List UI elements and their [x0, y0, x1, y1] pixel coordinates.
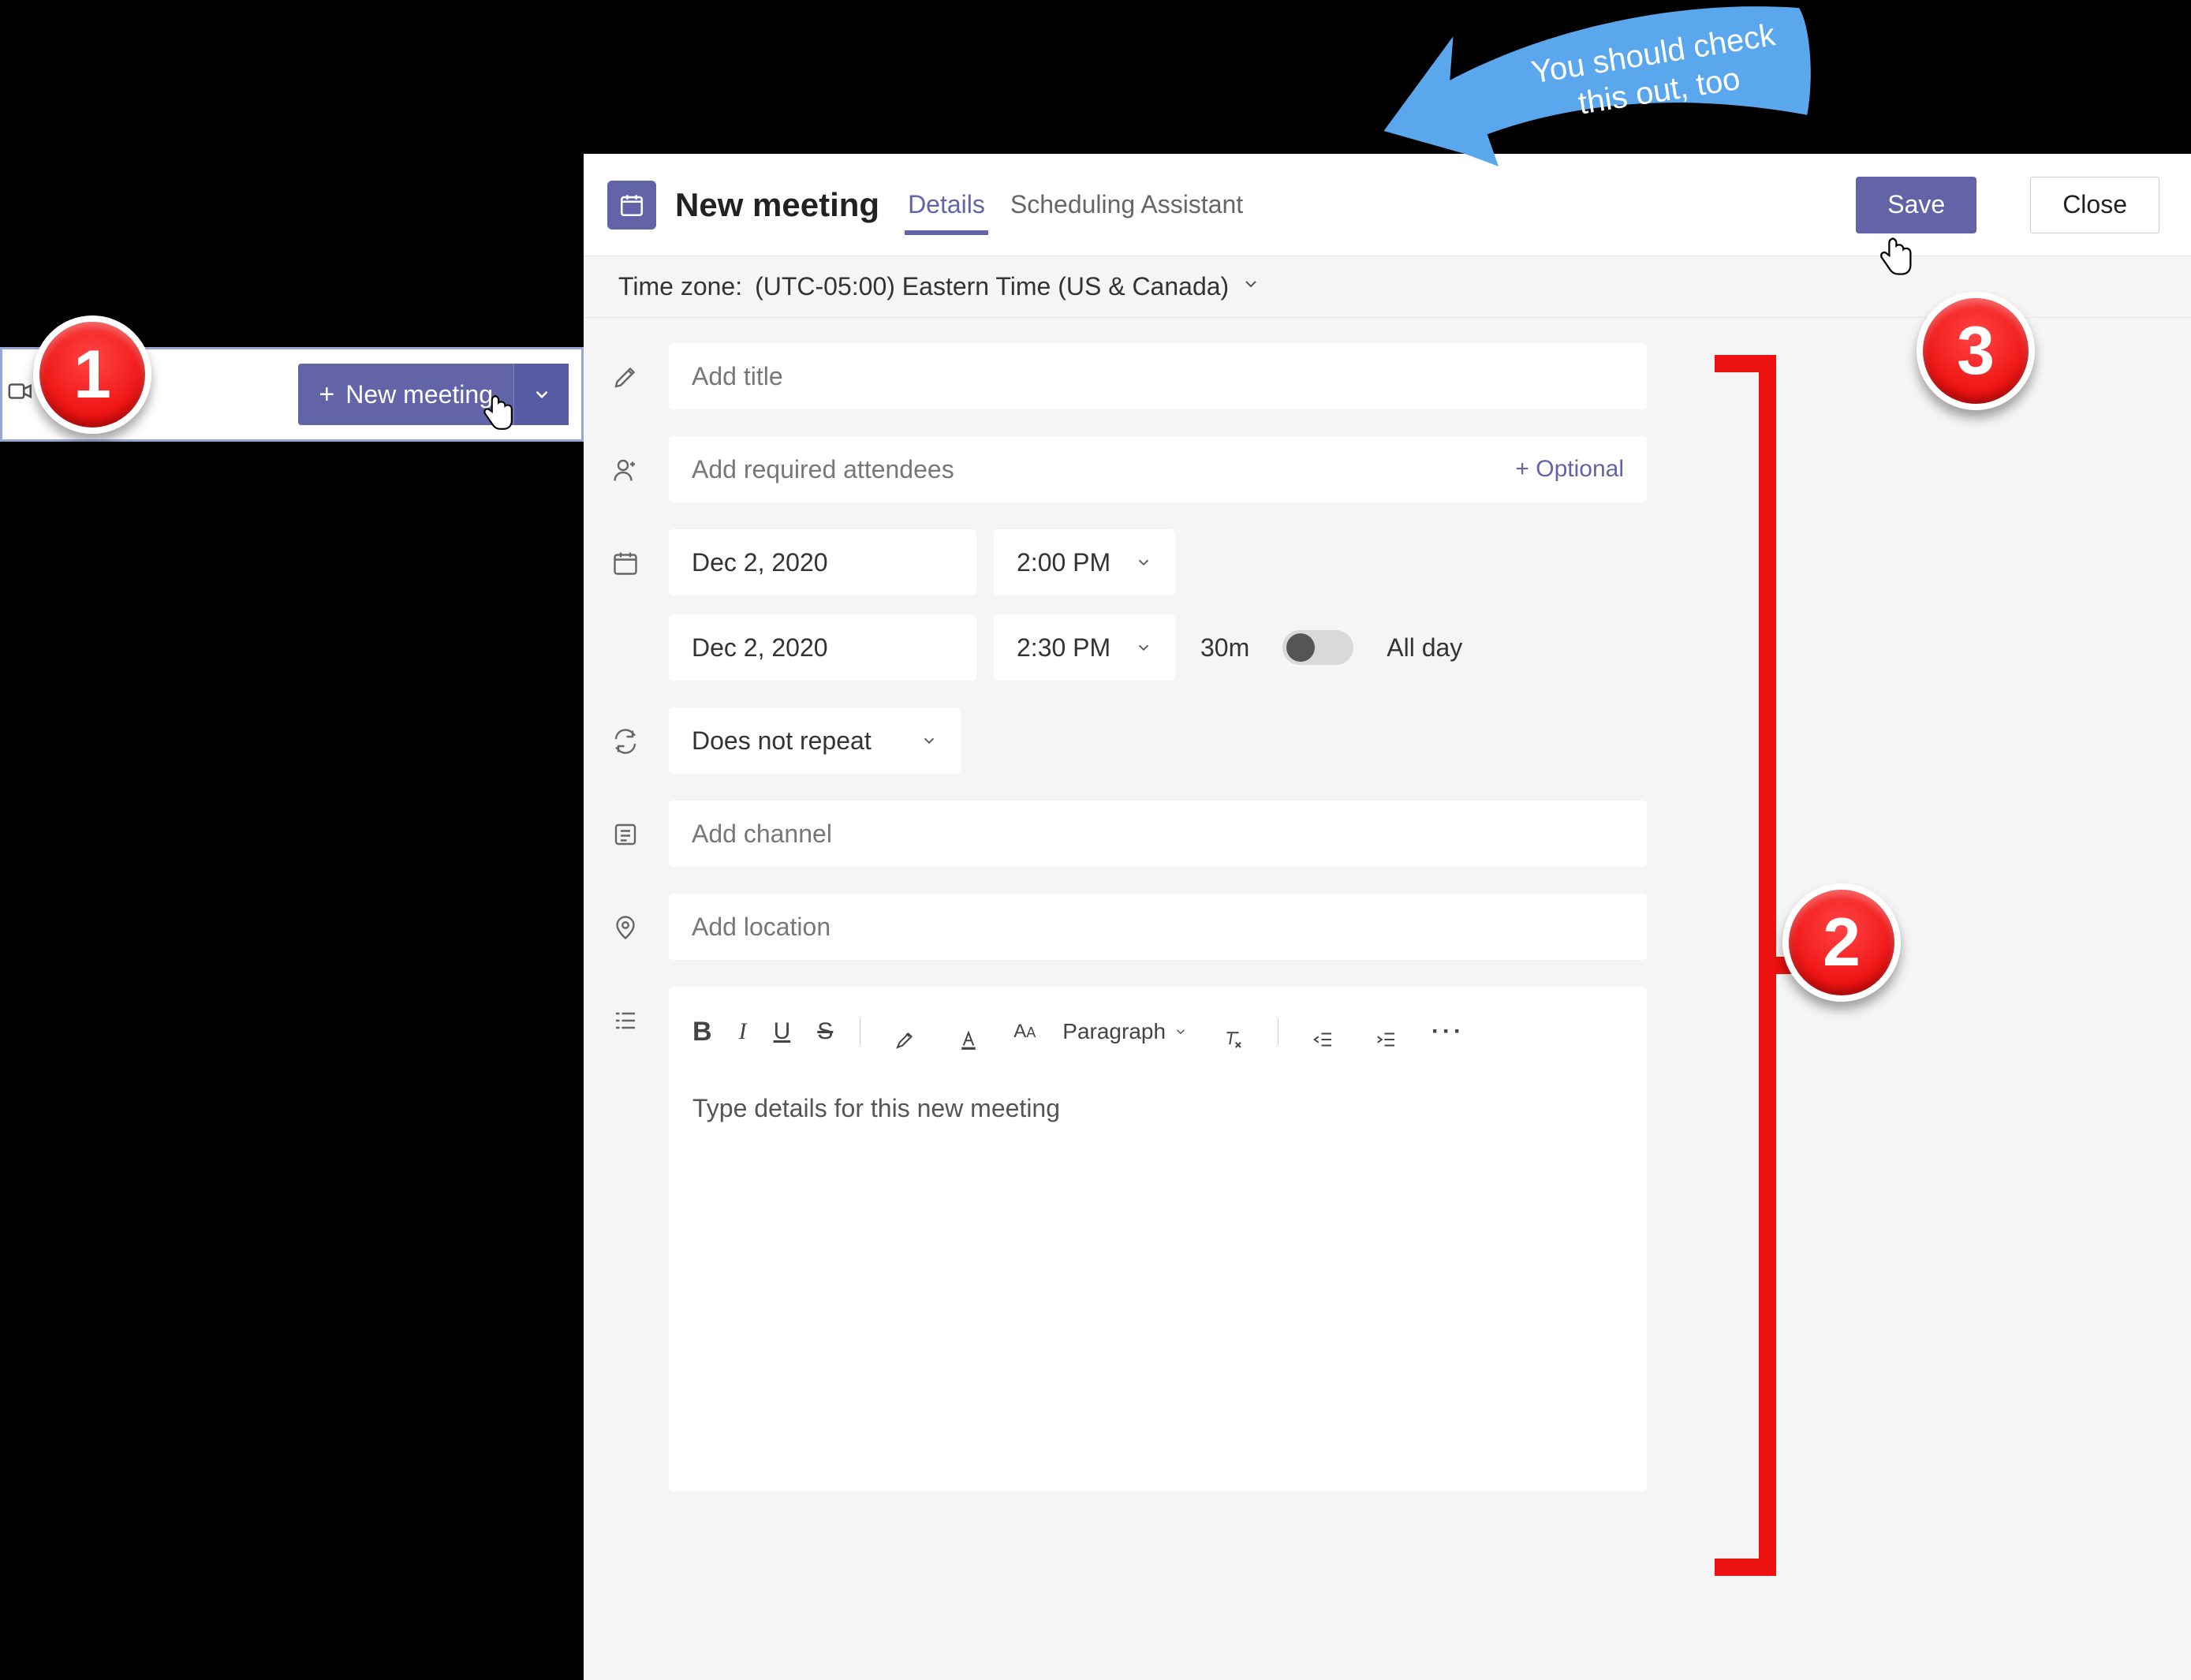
meeting-form: Add title Add required attendees + Optio… — [584, 318, 2191, 1491]
annotation-callout: You should check this out, too — [1333, 0, 1822, 174]
new-meeting-dropdown[interactable] — [513, 364, 569, 425]
attendees-icon — [607, 452, 644, 488]
dialog-title: New meeting — [675, 186, 879, 224]
end-time-input[interactable]: 2:30 PM — [994, 614, 1175, 681]
font-color-button[interactable] — [950, 1021, 987, 1058]
italic-button[interactable]: I — [739, 1018, 747, 1045]
annotation-callout-text: You should check this out, too — [1502, 12, 1810, 133]
dialog-header: New meeting Details Scheduling Assistant… — [584, 154, 2191, 256]
font-size-button[interactable]: AA — [1013, 1021, 1036, 1043]
annotation-bracket — [1715, 355, 1786, 1576]
editor-toolbar: B I U S AA Paragraph — [692, 1006, 1623, 1058]
description-placeholder: Type details for this new meeting — [692, 1094, 1623, 1123]
start-time-input[interactable]: 2:00 PM — [994, 529, 1175, 595]
save-button[interactable]: Save — [1856, 177, 1976, 233]
timezone-value: (UTC-05:00) Eastern Time (US & Canada) — [755, 272, 1229, 301]
all-day-label: All day — [1387, 633, 1462, 663]
repeat-icon — [607, 723, 644, 760]
channel-input[interactable]: Add channel — [669, 801, 1647, 867]
calendar-icon — [607, 545, 644, 581]
paragraph-style-select[interactable]: Paragraph — [1062, 1019, 1188, 1044]
location-input[interactable]: Add location — [669, 894, 1647, 960]
attendees-placeholder: Add required attendees — [692, 455, 954, 484]
annotation-step-3: 3 — [1917, 292, 2035, 410]
plus-icon: + — [319, 379, 334, 410]
highlight-button[interactable] — [887, 1021, 924, 1058]
description-editor[interactable]: B I U S AA Paragraph — [669, 987, 1647, 1491]
tab-scheduling-assistant[interactable]: Scheduling Assistant — [1007, 174, 1246, 235]
underline-button[interactable]: U — [774, 1018, 791, 1045]
outdent-button[interactable] — [1305, 1021, 1342, 1058]
timezone-label: Time zone: — [618, 272, 742, 301]
pencil-icon — [607, 359, 644, 395]
location-icon — [607, 909, 644, 946]
new-meeting-button[interactable]: + New meeting — [298, 364, 569, 425]
annotation-step-2: 2 — [1782, 883, 1901, 1002]
strike-button[interactable]: S — [817, 1018, 833, 1045]
attendees-input[interactable]: Add required attendees + Optional — [669, 436, 1647, 502]
recurrence-select[interactable]: Does not repeat — [669, 707, 961, 774]
channel-icon — [607, 816, 644, 853]
description-icon — [607, 1002, 644, 1039]
title-input[interactable]: Add title — [669, 343, 1647, 409]
close-button[interactable]: Close — [2030, 177, 2159, 233]
end-date-input[interactable]: Dec 2, 2020 — [669, 614, 976, 681]
duration-label: 30m — [1200, 633, 1249, 663]
start-date-input[interactable]: Dec 2, 2020 — [669, 529, 976, 595]
bold-button[interactable]: B — [692, 1017, 712, 1047]
chevron-down-icon — [1241, 274, 1260, 299]
tab-details[interactable]: Details — [905, 174, 988, 235]
annotation-step-1: 1 — [33, 315, 151, 434]
all-day-toggle[interactable] — [1282, 630, 1353, 665]
more-formatting-button[interactable]: ··· — [1431, 1018, 1465, 1045]
optional-attendees-link[interactable]: + Optional — [1515, 456, 1624, 483]
calendar-app-icon — [607, 181, 656, 230]
indent-button[interactable] — [1368, 1021, 1405, 1058]
new-meeting-button-label: New meeting — [345, 380, 493, 409]
clear-formatting-button[interactable] — [1215, 1021, 1251, 1058]
